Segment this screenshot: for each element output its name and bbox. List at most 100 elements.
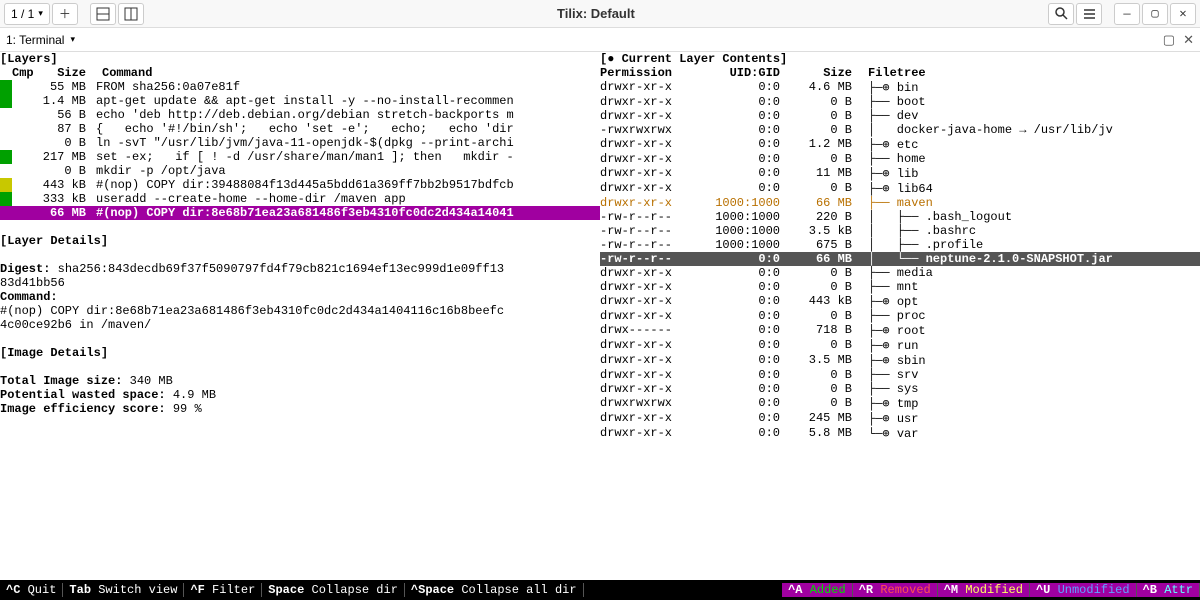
layer-row[interactable]: 66 MB#(nop) COPY dir:8e68b71ea23a681486f… — [0, 206, 600, 220]
layer-size: 87 B — [12, 122, 96, 136]
layer-row[interactable]: 333 kBuseradd --create-home --home-dir /… — [0, 192, 600, 206]
legend-added[interactable]: ^A Added — [782, 583, 853, 597]
footer-key-filter[interactable]: ^F Filter — [184, 583, 262, 597]
file-size: 0 B — [780, 123, 860, 137]
legend-removed[interactable]: ^R Removed — [853, 583, 938, 597]
cmp-indicator — [0, 178, 12, 192]
layers-list[interactable]: 55 MBFROM sha256:0a07e81f1.4 MBapt-get u… — [0, 80, 600, 220]
chevron-down-icon[interactable]: ▾ — [70, 34, 75, 45]
file-uidgid: 0:0 — [690, 280, 780, 294]
file-uidgid: 1000:1000 — [690, 210, 780, 224]
filetree-row[interactable]: -rwxrwxrwx0:00 B│ docker-java-home → /us… — [600, 123, 1200, 137]
layer-row[interactable]: 443 kB#(nop) COPY dir:39488084f13d445a5b… — [0, 178, 600, 192]
filetree-row[interactable]: drwxr-xr-x0:04.6 MB├─⊕ bin — [600, 80, 1200, 95]
filetree-row[interactable]: drwxr-xr-x0:00 B├── sys — [600, 382, 1200, 396]
footer-keys: ^C QuitTab Switch view^F FilterSpace Col… — [0, 583, 584, 597]
terminal-area[interactable]: [Layers] Cmp Size Command 55 MBFROM sha2… — [0, 52, 1200, 580]
contents-header: Permission UID:GID Size Filetree — [600, 66, 1200, 80]
filetree-row[interactable]: drwxr-xr-x0:011 MB├─⊕ lib — [600, 166, 1200, 181]
filetree-row[interactable]: drwxr-xr-x0:00 B├── media — [600, 266, 1200, 280]
total-size-line: Total Image size: 340 MB — [0, 374, 600, 388]
maximize-button[interactable]: ▢ — [1142, 3, 1168, 25]
filetree-row[interactable]: drwxr-xr-x0:00 B├── mnt — [600, 280, 1200, 294]
filetree-row[interactable]: drwx------0:0718 B├─⊕ root — [600, 323, 1200, 338]
layer-row[interactable]: 0 Bln -svT "/usr/lib/jvm/java-11-openjdk… — [0, 136, 600, 150]
filetree-row[interactable]: drwxrwxrwx0:00 B├─⊕ tmp — [600, 396, 1200, 411]
file-tree: │ ├── .bashrc — [860, 224, 1200, 238]
layer-size: 333 kB — [12, 192, 96, 206]
layer-command: echo 'deb http://deb.debian.org/debian s… — [96, 108, 600, 122]
filetree-row[interactable]: drwxr-xr-x0:00 B├── proc — [600, 309, 1200, 323]
filetree-row[interactable]: drwxr-xr-x0:03.5 MB├─⊕ sbin — [600, 353, 1200, 368]
filetree-row[interactable]: drwxr-xr-x0:00 B├── home — [600, 152, 1200, 166]
layer-command: apt-get update && apt-get install -y --n… — [96, 94, 600, 108]
file-tree: ├── media — [860, 266, 1200, 280]
legend-unmodified[interactable]: ^U Unmodified — [1030, 583, 1137, 597]
menu-button[interactable] — [1076, 3, 1102, 25]
filetree-row[interactable]: -rw-r--r--1000:1000220 B│ ├── .bash_logo… — [600, 210, 1200, 224]
close-window-button[interactable]: ✕ — [1170, 3, 1196, 25]
cmp-indicator — [0, 206, 12, 220]
filetree-row[interactable]: drwxr-xr-x0:00 B├─⊕ run — [600, 338, 1200, 353]
layer-row[interactable]: 0 Bmkdir -p /opt/java — [0, 164, 600, 178]
maximize-pane-icon[interactable]: ▢ — [1163, 32, 1175, 48]
file-tree: ├── maven — [860, 196, 1200, 210]
file-size: 718 B — [780, 323, 860, 338]
filetree-row[interactable]: drwxr-xr-x0:0245 MB├─⊕ usr — [600, 411, 1200, 426]
session-label: 1 / 1 — [11, 7, 34, 21]
file-perm: drwxr-xr-x — [600, 309, 690, 323]
filetree-row[interactable]: drwxr-xr-x0:0443 kB├─⊕ opt — [600, 294, 1200, 309]
add-terminal-button[interactable]: ＋ — [52, 3, 78, 25]
file-size: 0 B — [780, 181, 860, 196]
tab-bar-right: ▢ ✕ — [1163, 32, 1194, 48]
footer-key-quit[interactable]: ^C Quit — [0, 583, 63, 597]
layer-row[interactable]: 87 B{ echo '#!/bin/sh'; echo 'set -e'; e… — [0, 122, 600, 136]
filetree-row[interactable]: drwxr-xr-x1000:100066 MB├── maven — [600, 196, 1200, 210]
file-uidgid: 0:0 — [690, 80, 780, 95]
layer-command: #(nop) COPY dir:39488084f13d445a5bdd61a3… — [96, 178, 600, 192]
layer-row[interactable]: 55 MBFROM sha256:0a07e81f — [0, 80, 600, 94]
layer-row[interactable]: 56 Becho 'deb http://deb.debian.org/debi… — [0, 108, 600, 122]
file-size: 66 MB — [780, 196, 860, 210]
layers-title: [Layers] — [0, 52, 600, 66]
file-tree: │ ├── .bash_logout — [860, 210, 1200, 224]
layer-row[interactable]: 217 MBset -ex; if [ ! -d /usr/share/man/… — [0, 150, 600, 164]
hdr-size: Size — [42, 66, 96, 80]
filetree-row[interactable]: drwxr-xr-x0:00 B├─⊕ lib64 — [600, 181, 1200, 196]
file-uidgid: 0:0 — [690, 266, 780, 280]
filetree-row[interactable]: -rw-r--r--0:066 MB│ └── neptune-2.1.0-SN… — [600, 252, 1200, 266]
filetree-row[interactable]: drwxr-xr-x0:00 B├── boot — [600, 95, 1200, 109]
cmp-indicator — [0, 192, 12, 206]
file-uidgid: 0:0 — [690, 294, 780, 309]
layer-size: 443 kB — [12, 178, 96, 192]
search-button[interactable] — [1048, 3, 1074, 25]
filetree-row[interactable]: drwxr-xr-x0:05.8 MB└─⊕ var — [600, 426, 1200, 441]
filetree-row[interactable]: -rw-r--r--1000:10003.5 kB│ ├── .bashrc — [600, 224, 1200, 238]
filetree-row[interactable]: -rw-r--r--1000:1000675 B│ ├── .profile — [600, 238, 1200, 252]
file-perm: drwx------ — [600, 323, 690, 338]
legend-attr[interactable]: ^B Attr — [1137, 583, 1200, 597]
layer-row[interactable]: 1.4 MBapt-get update && apt-get install … — [0, 94, 600, 108]
footer-key-collapse-all-dir[interactable]: ^Space Collapse all dir — [405, 583, 584, 597]
footer-key-collapse-dir[interactable]: Space Collapse dir — [262, 583, 405, 597]
file-uidgid: 0:0 — [690, 137, 780, 152]
minimize-button[interactable]: — — [1114, 3, 1140, 25]
filetree-row[interactable]: drwxr-xr-x0:00 B├── dev — [600, 109, 1200, 123]
split-right-button[interactable] — [118, 3, 144, 25]
filetree-row[interactable]: drwxr-xr-x0:01.2 MB├─⊕ etc — [600, 137, 1200, 152]
layer-command: useradd --create-home --home-dir /maven … — [96, 192, 600, 206]
footer-key-switch-view[interactable]: Tab Switch view — [63, 583, 184, 597]
filetree-row[interactable]: drwxr-xr-x0:00 B├── srv — [600, 368, 1200, 382]
file-perm: drwxr-xr-x — [600, 266, 690, 280]
wasted-line: Potential wasted space: 4.9 MB — [0, 388, 600, 402]
tab-label[interactable]: 1: Terminal — [6, 33, 64, 47]
filetree-list[interactable]: drwxr-xr-x0:04.6 MB├─⊕ bindrwxr-xr-x0:00… — [600, 80, 1200, 441]
file-tree: ├─⊕ etc — [860, 137, 1200, 152]
file-perm: drwxr-xr-x — [600, 368, 690, 382]
legend-modified[interactable]: ^M Modified — [938, 583, 1030, 597]
split-down-button[interactable] — [90, 3, 116, 25]
file-size: 0 B — [780, 396, 860, 411]
close-pane-icon[interactable]: ✕ — [1183, 32, 1194, 48]
file-uidgid: 0:0 — [690, 426, 780, 441]
session-selector[interactable]: 1 / 1 ▾ — [4, 3, 50, 25]
